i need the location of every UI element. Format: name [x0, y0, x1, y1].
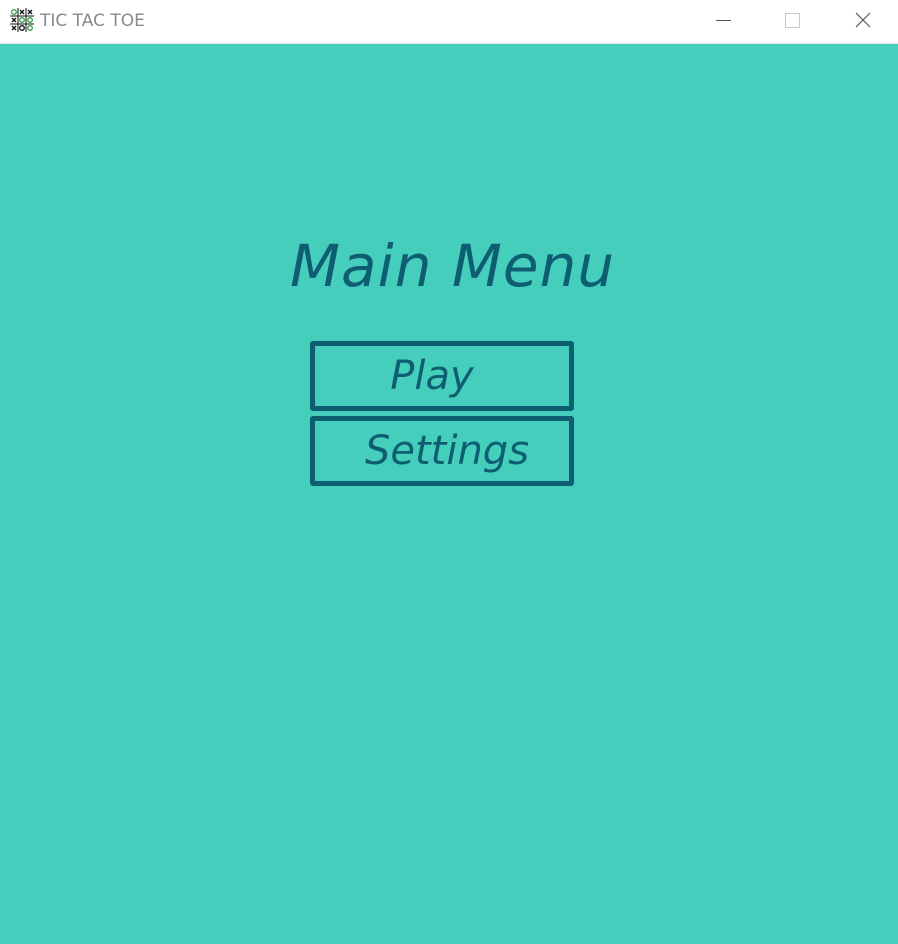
- maximize-button[interactable]: [769, 0, 815, 42]
- close-button[interactable]: [840, 0, 886, 42]
- minimize-icon: [716, 20, 731, 21]
- window-title: TIC TAC TOE: [40, 11, 145, 31]
- app-window: TIC TAC TOE Main Menu Play Settings: [0, 0, 898, 944]
- tic-tac-toe-grid-icon: [10, 8, 34, 32]
- play-button-label: Play: [390, 353, 474, 399]
- settings-button-label: Settings: [364, 428, 530, 474]
- minimize-button[interactable]: [700, 0, 746, 42]
- maximize-icon: [785, 13, 800, 28]
- title-bar[interactable]: TIC TAC TOE: [0, 0, 898, 44]
- close-icon: [855, 12, 871, 28]
- play-button[interactable]: Play: [310, 341, 574, 411]
- main-menu-screen: Main Menu Play Settings: [0, 44, 898, 944]
- settings-button[interactable]: Settings: [310, 416, 574, 486]
- main-menu-title: Main Menu: [290, 232, 616, 300]
